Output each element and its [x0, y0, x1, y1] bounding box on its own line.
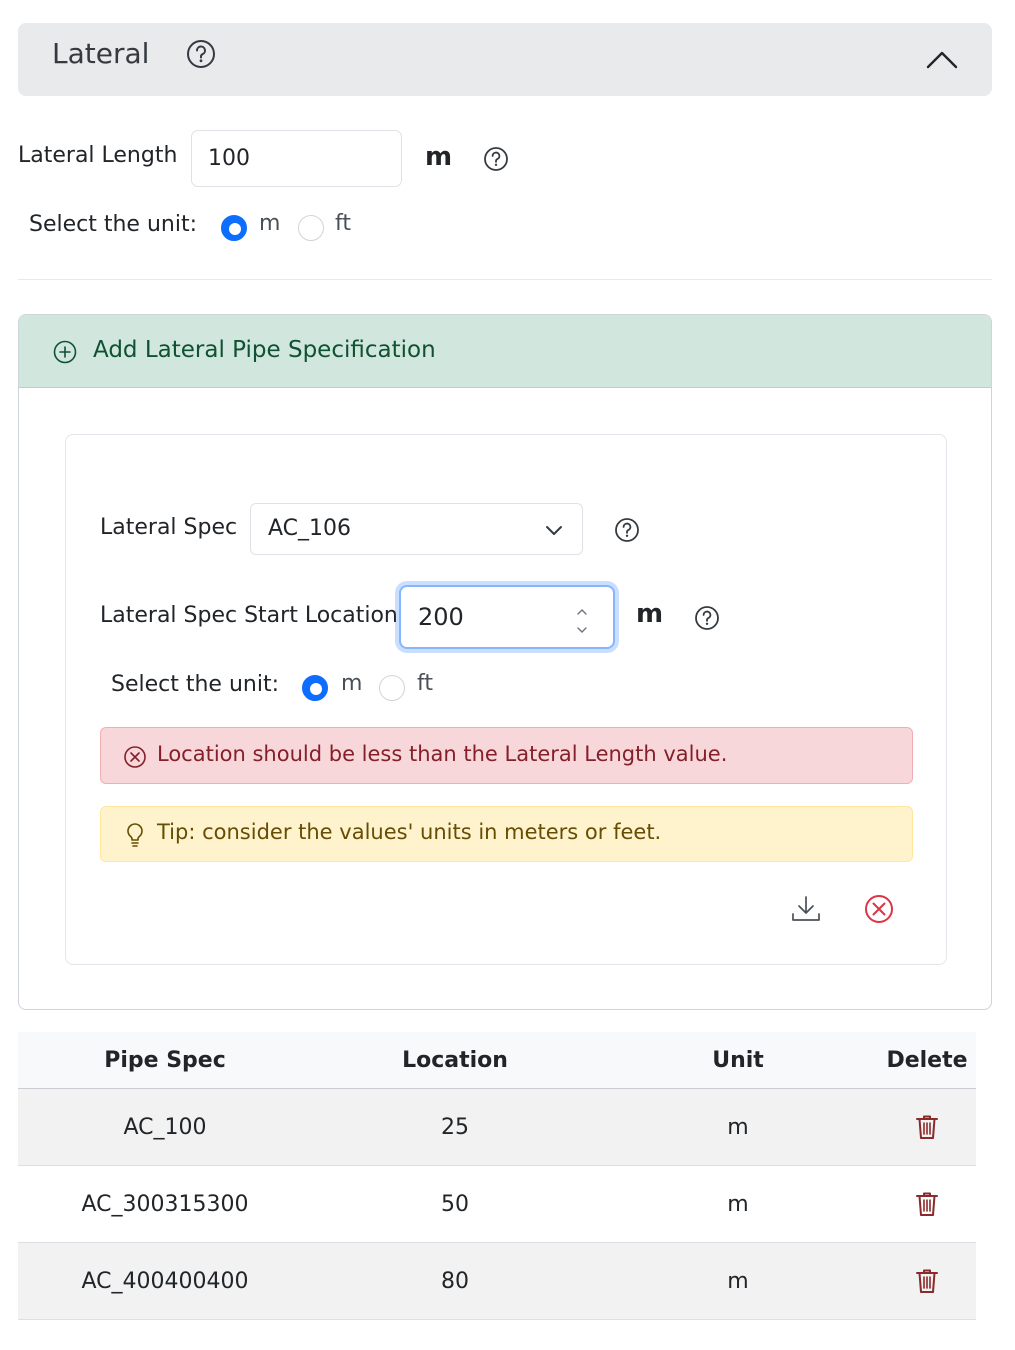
lateral-section-header[interactable]: Lateral	[18, 23, 992, 96]
cell-location: 50	[441, 1191, 469, 1217]
cell-location: 25	[441, 1114, 469, 1140]
unit-radio-m-label: m	[259, 211, 281, 236]
table-row: AC_300315300 50 m	[18, 1166, 976, 1243]
start-location-label: Lateral Spec Start Location	[100, 603, 398, 628]
column-header-unit: Unit	[712, 1047, 764, 1073]
spec-unit-radio-m-label: m	[341, 671, 363, 696]
spin-down-icon[interactable]	[576, 620, 588, 633]
spec-unit-radio-m[interactable]	[302, 675, 328, 701]
lateral-length-input[interactable]	[191, 130, 402, 187]
spec-form-card: Lateral Spec AC_106 Lateral Spec Start L…	[65, 434, 947, 965]
table-header: Pipe Spec Location Unit Delete	[18, 1032, 976, 1089]
start-location-input[interactable]	[401, 587, 581, 647]
error-alert: Location should be less than the Lateral…	[100, 727, 913, 784]
question-circle-icon[interactable]	[614, 517, 640, 543]
spec-unit-select-label: Select the unit:	[111, 672, 279, 697]
trash-icon[interactable]	[914, 1267, 940, 1295]
x-circle-icon[interactable]	[860, 890, 898, 928]
question-circle-icon[interactable]	[694, 605, 720, 631]
table-row: AC_400400400 80 m	[18, 1243, 976, 1320]
lateral-length-label: Lateral Length	[18, 143, 178, 168]
spec-unit-radio-ft-label: ft	[417, 671, 433, 696]
trash-icon[interactable]	[914, 1190, 940, 1218]
trash-icon[interactable]	[914, 1113, 940, 1141]
tip-alert: Tip: consider the values' units in meter…	[100, 806, 913, 862]
cell-unit: m	[727, 1268, 749, 1294]
cell-pipe-spec: AC_300315300	[81, 1191, 249, 1217]
column-header-location: Location	[402, 1047, 508, 1073]
start-location-unit: m	[636, 599, 664, 629]
spec-unit-radio-ft[interactable]	[379, 675, 405, 701]
download-icon[interactable]	[787, 890, 825, 928]
lateral-length-unit: m	[425, 142, 453, 172]
plus-circle-icon	[52, 339, 78, 365]
cell-pipe-spec: AC_100	[123, 1114, 207, 1140]
unit-radio-m[interactable]	[221, 215, 247, 241]
cell-delete	[878, 1089, 976, 1165]
column-header-delete: Delete	[886, 1047, 968, 1073]
chevron-down-icon	[543, 520, 565, 540]
error-message: Location should be less than the Lateral…	[157, 742, 728, 766]
add-spec-panel: Add Lateral Pipe Specification Lateral S…	[18, 314, 992, 1010]
lateral-spec-selected-value: AC_106	[268, 516, 352, 541]
tip-message: Tip: consider the values' units in meter…	[157, 820, 662, 844]
divider	[18, 279, 992, 280]
table-row: AC_100 25 m	[18, 1089, 976, 1166]
unit-radio-ft-label: ft	[335, 211, 351, 236]
spin-up-icon[interactable]	[576, 602, 588, 615]
x-circle-icon	[123, 745, 147, 769]
chevron-up-icon[interactable]	[924, 45, 960, 73]
question-circle-icon[interactable]	[483, 146, 509, 172]
cell-delete	[878, 1166, 976, 1242]
cell-unit: m	[727, 1191, 749, 1217]
cell-delete	[878, 1243, 976, 1319]
question-circle-icon[interactable]	[186, 39, 216, 69]
section-title: Lateral	[52, 37, 150, 70]
cell-location: 80	[441, 1268, 469, 1294]
lightbulb-icon	[123, 822, 147, 848]
add-spec-title: Add Lateral Pipe Specification	[93, 337, 436, 363]
column-header-pipe-spec: Pipe Spec	[104, 1047, 226, 1073]
cell-pipe-spec: AC_400400400	[81, 1268, 249, 1294]
lateral-spec-select[interactable]: AC_106	[250, 503, 583, 555]
unit-select-label: Select the unit:	[29, 212, 197, 237]
add-spec-toggle[interactable]: Add Lateral Pipe Specification	[19, 315, 991, 388]
lateral-spec-label: Lateral Spec	[100, 515, 238, 540]
start-location-field	[399, 585, 615, 649]
unit-radio-ft[interactable]	[298, 215, 324, 241]
pipe-spec-table: Pipe Spec Location Unit Delete AC_100 25…	[18, 1032, 976, 1320]
cell-unit: m	[727, 1114, 749, 1140]
